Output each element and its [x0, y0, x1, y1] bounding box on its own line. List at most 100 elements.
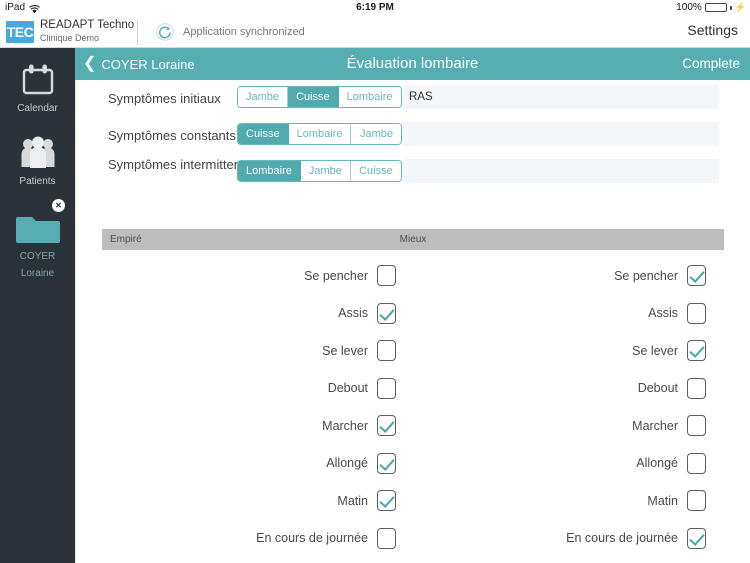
battery-percent-label: 100%: [676, 2, 702, 13]
folder-icon: [0, 210, 75, 246]
checkbox-unchecked-icon[interactable]: [687, 415, 706, 437]
checkbox-unchecked-icon[interactable]: [687, 302, 706, 324]
checkbox-unchecked-icon[interactable]: [377, 340, 396, 362]
open-patient-lastname: COYER: [19, 251, 56, 262]
checkbox-label: Se lever: [632, 343, 678, 358]
status-right: 100% ⚡: [676, 0, 746, 15]
app-root: iPad 6:19 PM 100% ⚡ TEC READAPT Techno C…: [0, 0, 750, 563]
checkbox-checked-icon[interactable]: [687, 527, 706, 549]
checkbox-row[interactable]: Allongé: [102, 445, 422, 483]
close-icon[interactable]: ✕: [52, 199, 65, 212]
checkbox-label: Se lever: [322, 343, 368, 358]
form-row: Symptômes initiaux Jambe Cuisse Lombaire: [76, 80, 750, 117]
sidebar-item-patients[interactable]: Patients: [0, 115, 75, 188]
checkbox-row[interactable]: Debout: [102, 370, 422, 408]
checkbox-label: Allongé: [326, 456, 368, 471]
back-button-label: COYER Loraine: [101, 56, 195, 72]
checkbox-label: Assis: [338, 306, 368, 321]
checkbox-checked-icon[interactable]: [377, 415, 396, 437]
checkbox-row[interactable]: Se pencher: [412, 257, 732, 295]
checkbox-row[interactable]: Se lever: [412, 332, 732, 370]
checkbox-label: Se pencher: [304, 268, 368, 283]
complete-button[interactable]: Complete: [682, 48, 740, 80]
checkbox-label: Matin: [337, 493, 368, 508]
brand-subtitle: Clinique Démo: [40, 33, 100, 43]
segmented-control: Jambe Cuisse Lombaire: [237, 86, 402, 108]
checkbox-column-empire: Se pencher Assis Se lever Debout Marcher Allo…: [102, 257, 422, 557]
checkbox-row[interactable]: Allongé: [412, 445, 732, 483]
status-clock: 6:19 PM: [356, 2, 394, 13]
checkbox-row[interactable]: Assis: [412, 295, 732, 333]
checkbox-label: Marcher: [322, 418, 368, 433]
checkbox-label: Matin: [647, 493, 678, 508]
nav-bar: Évaluation lombaire ❮ COYER Loraine Comp…: [75, 48, 750, 80]
people-icon: [0, 135, 75, 171]
checkbox-column-mieux: Se pencher Assis Se lever Debout Marcher Allo…: [412, 257, 732, 557]
calendar-icon: [0, 62, 75, 98]
checkbox-row[interactable]: En cours de journée: [102, 520, 422, 558]
checkbox-row[interactable]: Se pencher: [102, 257, 422, 295]
battery-icon: [704, 3, 727, 12]
brand-block: READAPT Techno Clinique Démo: [40, 18, 134, 44]
checkbox-row[interactable]: En cours de journée: [412, 520, 732, 558]
checkbox-label: Marcher: [632, 418, 678, 433]
header-divider: [137, 19, 138, 45]
app-logo: TEC: [6, 21, 34, 43]
segment-option[interactable]: Lombaire: [238, 161, 301, 181]
symptom-form: Symptômes initiauxJambeCuisseLombaire Sym…: [76, 80, 750, 191]
checkbox-unchecked-icon[interactable]: [687, 490, 706, 512]
sidebar: Calendar Patients ✕ COYER Loraine: [0, 48, 75, 563]
checkbox-checked-icon[interactable]: [377, 452, 396, 474]
sidebar-item-calendar[interactable]: Calendar: [0, 48, 75, 115]
checkbox-checked-icon[interactable]: [377, 490, 396, 512]
checkbox-label: Se pencher: [614, 268, 678, 283]
settings-button[interactable]: Settings: [687, 22, 738, 38]
checkbox-row[interactable]: Matin: [412, 482, 732, 520]
segment-option[interactable]: Jambe: [351, 124, 402, 144]
segment-option[interactable]: Cuisse: [288, 87, 339, 107]
checkbox-label: Assis: [648, 306, 678, 321]
back-button[interactable]: ❮ COYER Loraine: [83, 48, 195, 80]
battery-cap: [729, 5, 732, 10]
sync-status-text: Application synchronized: [183, 26, 305, 38]
column-header-mieux: Mieux: [399, 234, 427, 245]
checkbox-row[interactable]: Marcher: [102, 407, 422, 445]
form-row-note-input[interactable]: [403, 159, 719, 183]
sidebar-item-open-patient[interactable]: ✕ COYER Loraine: [0, 188, 75, 280]
form-row-note-input[interactable]: [403, 122, 719, 146]
checkbox-unchecked-icon[interactable]: [687, 452, 706, 474]
sidebar-item-label: Patients: [19, 176, 56, 187]
checkbox-unchecked-icon[interactable]: [377, 265, 396, 287]
checkbox-checked-icon[interactable]: [687, 340, 706, 362]
sync-status-group[interactable]: Application synchronized: [155, 22, 305, 42]
form-row: Symptômes intermittents Lombaire Jambe Cuis…: [76, 154, 750, 191]
open-patient-firstname: Loraine: [20, 268, 55, 279]
checkbox-row[interactable]: Marcher: [412, 407, 732, 445]
form-content: Symptômes initiauxJambeCuisseLombaire Sym…: [75, 80, 750, 563]
checkbox-unchecked-icon[interactable]: [377, 527, 396, 549]
checkbox-unchecked-icon[interactable]: [377, 377, 396, 399]
segment-option[interactable]: Jambe: [300, 161, 351, 181]
segment-option[interactable]: Lombaire: [288, 124, 352, 144]
sync-refresh-icon: [155, 22, 175, 42]
checkbox-checked-icon[interactable]: [687, 265, 706, 287]
segment-option[interactable]: Jambe: [238, 87, 289, 107]
sidebar-item-label: Calendar: [17, 103, 58, 114]
brand-name: READAPT Techno: [40, 19, 135, 31]
segment-option[interactable]: Cuisse: [238, 124, 289, 144]
segmented-control: Cuisse Lombaire Jambe: [237, 123, 403, 145]
checkbox-unchecked-icon[interactable]: [687, 377, 706, 399]
checkbox-row[interactable]: Debout: [412, 370, 732, 408]
checkbox-row[interactable]: Matin: [102, 482, 422, 520]
checkbox-row[interactable]: Se lever: [102, 332, 422, 370]
segment-option[interactable]: Lombaire: [338, 87, 401, 107]
checkbox-row[interactable]: Assis: [102, 295, 422, 333]
checkbox-label: En cours de journée: [256, 531, 368, 546]
table-header: Empiré Mieux: [102, 229, 724, 250]
checkbox-checked-icon[interactable]: [377, 302, 396, 324]
segment-option[interactable]: Cuisse: [350, 161, 401, 181]
chevron-left-icon: ❮: [83, 55, 97, 72]
charging-bolt-icon: ⚡: [734, 2, 746, 12]
form-row-note-input[interactable]: [403, 85, 719, 109]
checkbox-label: Debout: [327, 381, 368, 396]
